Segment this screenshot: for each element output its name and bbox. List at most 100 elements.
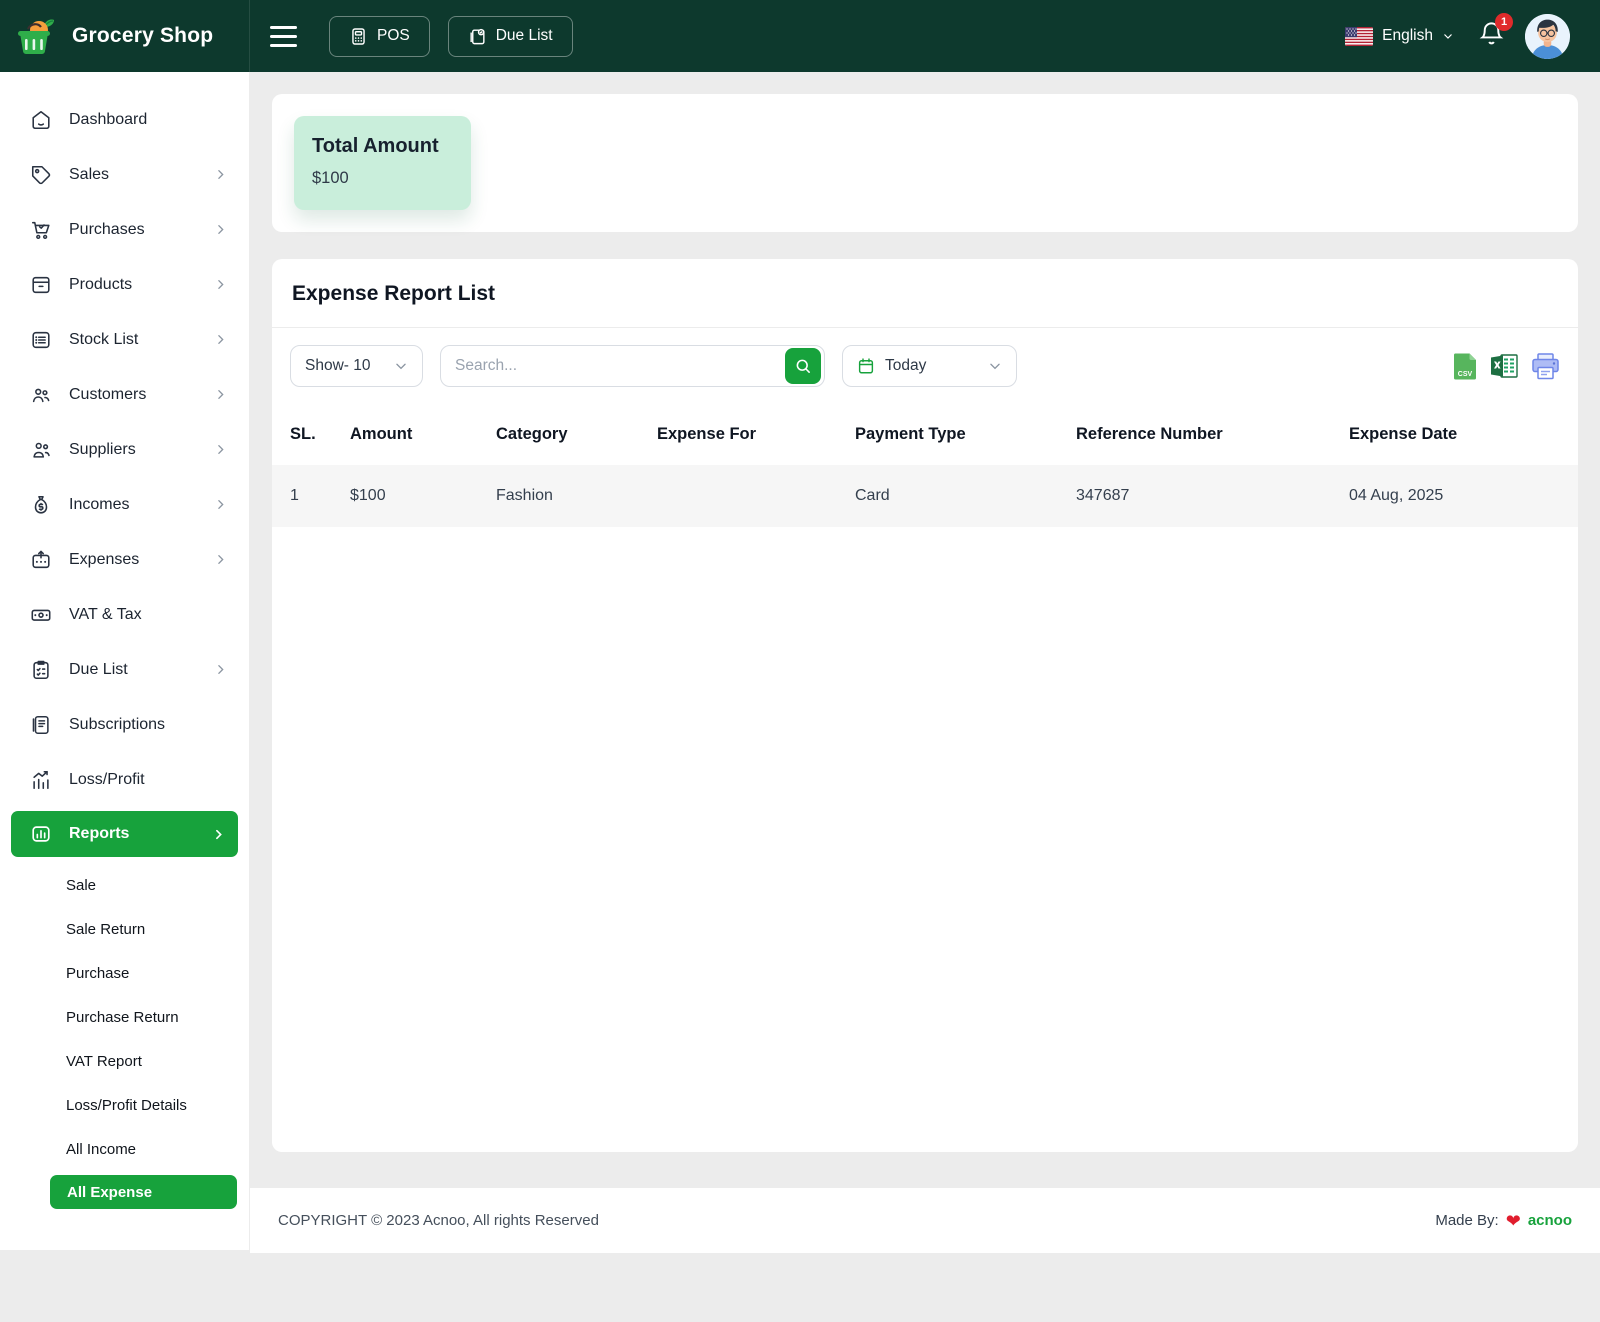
- shopping-cart-icon: [30, 219, 52, 241]
- excel-export-icon[interactable]: [1491, 353, 1518, 379]
- sidebar-item-label: Sales: [69, 166, 109, 184]
- list-icon: [30, 329, 52, 351]
- search-box: [440, 345, 825, 387]
- show-entries-select[interactable]: Show- 10: [290, 345, 423, 387]
- made-by-label: Made By:: [1435, 1212, 1498, 1229]
- made-by-brand-link[interactable]: acnoo: [1528, 1212, 1572, 1229]
- main-content: Total Amount $100 Expense Report List Sh…: [250, 72, 1600, 1253]
- sidebar-item-stock-list[interactable]: Stock List: [0, 312, 249, 367]
- submenu-item-label: All Income: [66, 1141, 136, 1158]
- chevron-right-icon: [214, 663, 227, 676]
- calculator-icon: [349, 27, 368, 46]
- date-filter-select[interactable]: Today: [842, 345, 1017, 387]
- home-icon: [30, 109, 52, 131]
- clipboard-check-icon: [468, 27, 487, 46]
- chevron-down-icon: [988, 359, 1002, 373]
- sidebar-item-products[interactable]: Products: [0, 257, 249, 312]
- heart-icon: ❤: [1506, 1212, 1521, 1230]
- sidebar-item-label: Subscriptions: [69, 716, 165, 734]
- sidebar-item-vat-tax[interactable]: VAT & Tax: [0, 587, 249, 642]
- brand[interactable]: Grocery Shop: [0, 0, 250, 72]
- cell-payment-type: Card: [855, 465, 1076, 527]
- sidebar-item-loss-profit[interactable]: Loss/Profit: [0, 752, 249, 807]
- submenu-item-label: Purchase: [66, 965, 129, 982]
- book-icon: [30, 714, 52, 736]
- language-selector[interactable]: English: [1345, 27, 1454, 46]
- sidebar-item-expenses[interactable]: Expenses: [0, 532, 249, 587]
- reports-submenu: Sale Sale Return Purchase Purchase Retur…: [0, 863, 249, 1209]
- language-label: English: [1382, 27, 1433, 45]
- submenu-item-label: All Expense: [67, 1184, 152, 1201]
- due-list-button-label: Due List: [496, 27, 553, 45]
- us-flag-icon: [1345, 27, 1373, 46]
- date-filter-label: Today: [885, 357, 926, 375]
- sidebar-item-reports[interactable]: Reports: [11, 811, 238, 857]
- sidebar-item-label: Products: [69, 276, 132, 294]
- calendar-icon: [857, 357, 875, 375]
- expense-arrow-icon: [30, 549, 52, 571]
- sidebar-item-label: Due List: [69, 661, 128, 679]
- column-header-expense-for: Expense For: [657, 403, 855, 465]
- chevron-right-icon: [214, 553, 227, 566]
- submenu-item-sale[interactable]: Sale: [0, 863, 249, 907]
- sidebar-item-label: Stock List: [69, 331, 138, 349]
- submenu-item-purchase[interactable]: Purchase: [0, 951, 249, 995]
- chevron-right-icon: [214, 443, 227, 456]
- topbar: Grocery Shop POS Due List: [0, 0, 1600, 72]
- cell-expense-date: 04 Aug, 2025: [1349, 465, 1578, 527]
- sidebar-item-incomes[interactable]: Incomes: [0, 477, 249, 532]
- sidebar: Dashboard Sales Purchases Products Stock…: [0, 72, 250, 1250]
- pos-button[interactable]: POS: [329, 16, 430, 57]
- submenu-item-all-expense[interactable]: All Expense: [50, 1175, 237, 1209]
- column-header-category: Category: [496, 403, 657, 465]
- sidebar-item-label: Expenses: [69, 551, 139, 569]
- submenu-item-label: Purchase Return: [66, 1009, 179, 1026]
- submenu-item-loss-profit-details[interactable]: Loss/Profit Details: [0, 1083, 249, 1127]
- notifications-button[interactable]: 1: [1478, 20, 1505, 52]
- sidebar-item-sales[interactable]: Sales: [0, 147, 249, 202]
- users-icon: [30, 439, 52, 461]
- notification-badge: 1: [1495, 13, 1513, 31]
- export-buttons: CSV: [1453, 352, 1564, 381]
- sidebar-item-dashboard[interactable]: Dashboard: [0, 92, 249, 147]
- sidebar-item-label: Dashboard: [69, 111, 147, 129]
- table-row[interactable]: 1 $100 Fashion Card 347687 04 Aug, 2025: [272, 465, 1578, 527]
- tag-icon: [30, 164, 52, 186]
- csv-export-icon[interactable]: CSV: [1453, 352, 1478, 381]
- cell-reference-number: 347687: [1076, 465, 1349, 527]
- show-entries-label: Show- 10: [305, 357, 370, 375]
- sidebar-item-customers[interactable]: Customers: [0, 367, 249, 422]
- column-header-reference-number: Reference Number: [1076, 403, 1349, 465]
- hamburger-menu-icon[interactable]: [270, 26, 297, 47]
- due-list-button[interactable]: Due List: [448, 16, 573, 57]
- sidebar-item-subscriptions[interactable]: Subscriptions: [0, 697, 249, 752]
- search-input[interactable]: [455, 357, 785, 375]
- search-button[interactable]: [785, 348, 821, 384]
- sidebar-item-label: VAT & Tax: [69, 606, 142, 624]
- chevron-right-icon: [214, 278, 227, 291]
- submenu-item-label: Sale: [66, 877, 96, 894]
- chevron-down-icon: [394, 359, 408, 373]
- clipboard-list-icon: [30, 659, 52, 681]
- total-amount-label: Total Amount: [312, 135, 453, 158]
- submenu-item-purchase-return[interactable]: Purchase Return: [0, 995, 249, 1039]
- chevron-right-icon: [214, 388, 227, 401]
- box-icon: [30, 274, 52, 296]
- sidebar-item-due-list[interactable]: Due List: [0, 642, 249, 697]
- print-icon[interactable]: [1531, 353, 1560, 380]
- submenu-item-all-income[interactable]: All Income: [0, 1127, 249, 1171]
- brand-name: Grocery Shop: [72, 24, 213, 48]
- sidebar-item-purchases[interactable]: Purchases: [0, 202, 249, 257]
- footer: COPYRIGHT © 2023 Acnoo, All rights Reser…: [250, 1188, 1600, 1253]
- submenu-item-label: Loss/Profit Details: [66, 1097, 187, 1114]
- sidebar-item-suppliers[interactable]: Suppliers: [0, 422, 249, 477]
- submenu-item-label: Sale Return: [66, 921, 145, 938]
- submenu-item-vat-report[interactable]: VAT Report: [0, 1039, 249, 1083]
- page-title: Expense Report List: [272, 259, 1578, 327]
- avatar[interactable]: [1525, 14, 1570, 59]
- cell-expense-for: [657, 465, 855, 527]
- submenu-item-sale-return[interactable]: Sale Return: [0, 907, 249, 951]
- chevron-right-icon: [214, 498, 227, 511]
- pos-button-label: POS: [377, 27, 410, 45]
- bar-chart-icon: [30, 823, 52, 845]
